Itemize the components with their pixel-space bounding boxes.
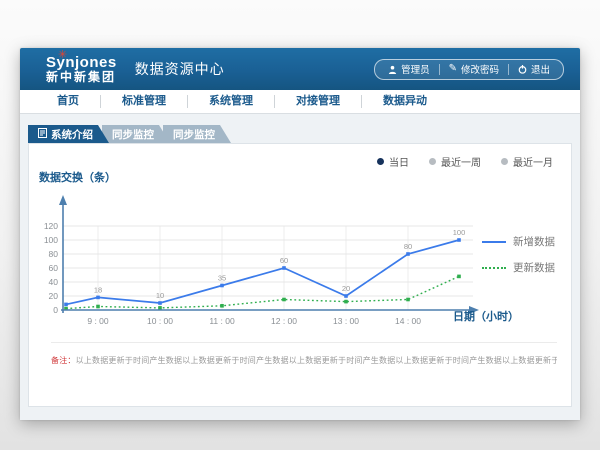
svg-text:100: 100 <box>44 235 58 245</box>
document-icon <box>38 128 47 141</box>
page-title: 数据资源中心 <box>135 59 225 79</box>
logo-text: Synjones <box>46 55 117 71</box>
tab-label: 同步监控 <box>112 127 154 142</box>
svg-text:10: 10 <box>156 291 164 300</box>
svg-text:100: 100 <box>453 228 466 237</box>
admin-user-button[interactable]: 管理员 <box>379 60 439 79</box>
svg-text:20: 20 <box>342 284 350 293</box>
radio-label: 当日 <box>389 154 409 169</box>
svg-text:14 : 00: 14 : 00 <box>395 316 421 326</box>
chart-legend: 新增数据 更新数据 <box>482 234 555 275</box>
svg-text:18: 18 <box>94 285 102 294</box>
legend-label: 新增数据 <box>513 234 555 249</box>
chart-panel: 当日 最近一周 最近一月 数据交换（条） 0204060801001209 : … <box>28 143 572 407</box>
svg-text:80: 80 <box>49 249 59 259</box>
user-icon <box>388 65 397 74</box>
logout-label: 退出 <box>531 62 550 76</box>
svg-text:80: 80 <box>404 242 412 251</box>
svg-text:60: 60 <box>49 263 59 273</box>
solid-line-icon <box>482 241 506 243</box>
nav-item-standard-mgmt[interactable]: 标准管理 <box>100 95 187 108</box>
nav-item-data-change[interactable]: 数据异动 <box>361 95 448 108</box>
app-window: Synjones ✳ 新中新集团 数据资源中心 管理员 ✎ 修改密码 <box>20 48 580 420</box>
company-logo: Synjones ✳ 新中新集团 <box>46 55 117 83</box>
svg-text:10 : 00: 10 : 00 <box>147 316 173 326</box>
nav-item-interface-mgmt[interactable]: 对接管理 <box>274 95 361 108</box>
svg-text:12 : 00: 12 : 00 <box>271 316 297 326</box>
user-toolbar: 管理员 ✎ 修改密码 退出 <box>374 59 564 80</box>
logo-subtext: 新中新集团 <box>46 71 117 84</box>
footnote-label: 备注： <box>51 356 76 365</box>
dotted-line-icon <box>482 267 506 269</box>
logo-accent-icon: ✳ <box>58 50 67 62</box>
legend-update-data[interactable]: 更新数据 <box>482 260 555 275</box>
legend-label: 更新数据 <box>513 260 555 275</box>
footnote: 备注：以上数据更新于时间产生数据以上数据更新于时间产生数据以上数据更新于时间产生… <box>51 342 557 366</box>
svg-text:20: 20 <box>49 291 59 301</box>
change-password-button[interactable]: ✎ 修改密码 <box>440 60 508 79</box>
radio-dot-icon <box>429 158 436 165</box>
radio-last-month[interactable]: 最近一月 <box>501 154 553 169</box>
svg-text:120: 120 <box>44 221 58 231</box>
svg-text:11 : 00: 11 : 00 <box>209 316 235 326</box>
svg-text:13 : 00: 13 : 00 <box>333 316 359 326</box>
app-header: Synjones ✳ 新中新集团 数据资源中心 管理员 ✎ 修改密码 <box>20 48 580 90</box>
tab-system-intro[interactable]: 系统介绍 <box>28 125 109 143</box>
tab-label: 同步监控 <box>173 127 215 142</box>
tab-bar: 系统介绍 同步监控 同步监控 <box>28 125 231 143</box>
tab-sync-monitor-1[interactable]: 同步监控 <box>102 125 170 143</box>
radio-dot-icon <box>501 158 508 165</box>
x-axis-title: 日期（小时） <box>453 308 519 324</box>
radio-dot-icon <box>377 158 384 165</box>
svg-text:35: 35 <box>218 274 226 283</box>
svg-text:60: 60 <box>280 256 288 265</box>
admin-user-label: 管理员 <box>401 62 430 76</box>
line-chart: 0 20 40 60 80 100 120 9 : 00 10 : 00 11 : 00 12 : … <box>33 180 485 332</box>
power-icon <box>518 65 527 74</box>
edit-icon: ✎ <box>449 64 457 74</box>
radio-today[interactable]: 当日 <box>377 154 409 169</box>
svg-text:40: 40 <box>49 277 59 287</box>
logout-button[interactable]: 退出 <box>509 60 559 79</box>
svg-text:9 : 00: 9 : 00 <box>87 316 109 326</box>
main-navigation: 首页 标准管理 系统管理 对接管理 数据异动 <box>20 90 580 114</box>
svg-text:0: 0 <box>53 305 58 315</box>
time-range-filter: 当日 最近一周 最近一月 <box>377 154 553 169</box>
content-area: 系统介绍 同步监控 同步监控 当日 最近一周 <box>20 114 580 420</box>
legend-new-data[interactable]: 新增数据 <box>482 234 555 249</box>
radio-label: 最近一月 <box>513 154 553 169</box>
nav-item-system-mgmt[interactable]: 系统管理 <box>187 95 274 108</box>
change-password-label: 修改密码 <box>461 62 499 76</box>
page-background: { "header": { "logo_line1": "Synjones", … <box>0 0 600 450</box>
footnote-text: 以上数据更新于时间产生数据以上数据更新于时间产生数据以上数据更新于时间产生数据以… <box>76 356 557 365</box>
radio-label: 最近一周 <box>441 154 481 169</box>
tab-label: 系统介绍 <box>51 127 93 142</box>
tab-sync-monitor-2[interactable]: 同步监控 <box>163 125 231 143</box>
nav-item-home[interactable]: 首页 <box>36 95 100 108</box>
radio-last-week[interactable]: 最近一周 <box>429 154 481 169</box>
